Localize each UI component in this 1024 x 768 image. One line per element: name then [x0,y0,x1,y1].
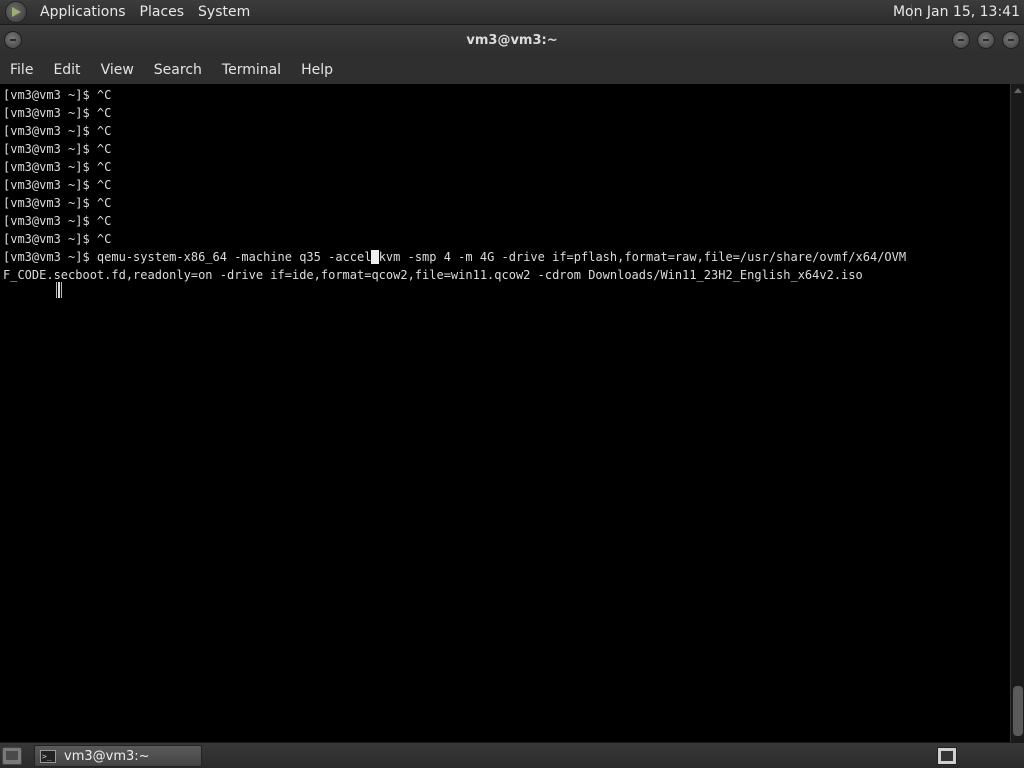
terminal-scrollbar[interactable] [1010,84,1024,742]
distro-logo-icon[interactable] [5,1,27,23]
maximize-button[interactable] [977,31,995,49]
terminal-output[interactable]: [vm3@vm3 ~]$ ^C [vm3@vm3 ~]$ ^C [vm3@vm3… [0,84,1010,742]
scrollbar-thumb[interactable] [1013,686,1023,736]
bottom-taskbar: >_ vm3@vm3:~ [0,742,1024,768]
system-menu[interactable]: System [191,4,257,20]
terminal-command-wrapped-line: F_CODE.secboot.fd,readonly=on -drive if=… [3,268,863,282]
menu-search[interactable]: Search [144,62,212,78]
menubar: File Edit View Search Terminal Help [0,55,1024,84]
taskbar-item-terminal[interactable]: >_ vm3@vm3:~ [34,745,202,767]
show-desktop-icon[interactable] [2,747,22,765]
window-title: vm3@vm3:~ [466,32,558,48]
scroll-up-arrow-icon[interactable] [1014,88,1022,93]
terminal-line: [vm3@vm3 ~]$ ^C [3,106,112,120]
command-text-after-cursor: kvm -smp 4 -m 4G -drive if=pflash,format… [378,250,907,264]
clock[interactable]: Mon Jan 15, 13:41 [893,4,1020,20]
top-panel: Applications Places System Mon Jan 15, 1… [0,0,1024,25]
close-button[interactable] [1002,31,1020,49]
workspace-switcher-icon[interactable] [937,747,957,765]
menu-help[interactable]: Help [291,62,343,78]
terminal-line: [vm3@vm3 ~]$ ^C [3,142,112,156]
menu-file[interactable]: File [0,62,43,78]
menu-terminal[interactable]: Terminal [212,62,291,78]
window-titlebar[interactable]: vm3@vm3:~ [0,25,1024,55]
terminal-line: [vm3@vm3 ~]$ ^C [3,232,112,246]
minimize-button[interactable] [952,31,970,49]
prompt: [vm3@vm3 ~]$ [3,250,97,264]
terminal-line: [vm3@vm3 ~]$ ^C [3,124,112,138]
play-logo-icon [12,7,21,17]
terminal-line: [vm3@vm3 ~]$ ^C [3,214,112,228]
terminal-line: [vm3@vm3 ~]$ ^C [3,178,112,192]
terminal-line: [vm3@vm3 ~]$ ^C [3,88,112,102]
terminal-icon: >_ [40,749,56,763]
command-text-before-cursor: qemu-system-x86_64 -machine q35 -accel [96,250,372,264]
menu-view[interactable]: View [91,62,144,78]
terminal-command-line: [vm3@vm3 ~]$ qemu-system-x86_64 -machine… [3,248,1010,266]
ibeam-mouse-cursor-icon [56,282,62,298]
taskbar-item-label: vm3@vm3:~ [64,748,150,764]
terminal-line: [vm3@vm3 ~]$ ^C [3,160,112,174]
window-menu-button[interactable] [4,31,22,49]
terminal-line: [vm3@vm3 ~]$ ^C [3,196,112,210]
applications-menu[interactable]: Applications [33,4,133,20]
places-menu[interactable]: Places [133,4,192,20]
text-cursor [371,250,379,264]
menu-edit[interactable]: Edit [43,62,90,78]
